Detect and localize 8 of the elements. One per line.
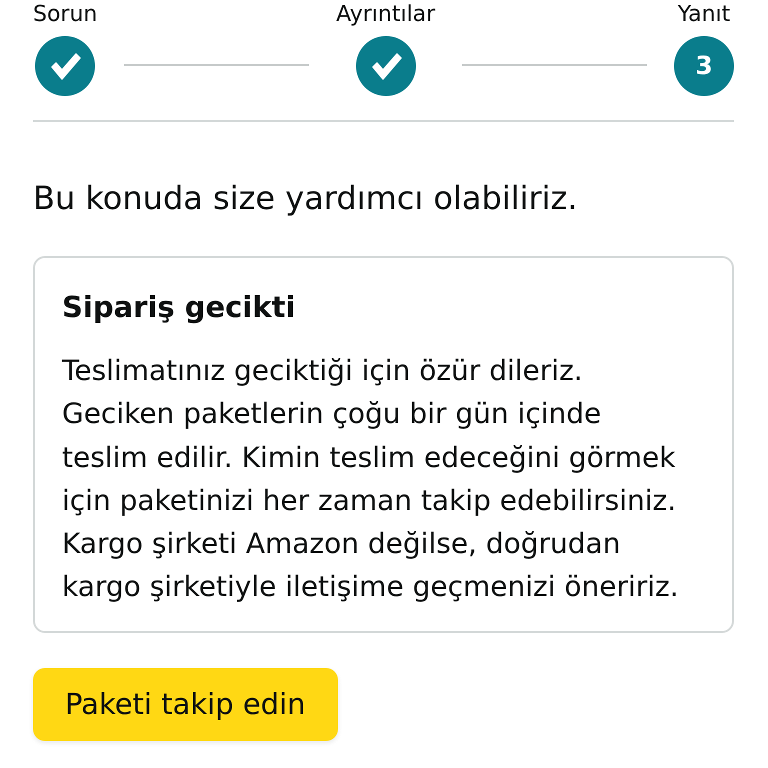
card-title: Sipariş gecikti: [62, 289, 296, 326]
step-number: 3: [674, 36, 734, 96]
step-label: Yanıt: [678, 2, 730, 28]
step-label: Ayrıntılar: [336, 2, 436, 28]
step-label: Sorun: [33, 2, 98, 28]
section-heading: Bu konuda size yardımcı olabiliriz.: [33, 178, 578, 219]
card-text: Teslimatınız geciktiği için özür dileriz. Geciken paketlerin çoğu bir gün içinde teslim edilir. Kimin teslim edeceğini görmek için paketinizi her zaman takip edebilirsiniz. Kargo şirketi Amazon değilse, doğrudan kargo şirketiyle iletişime geçmenizi öneririz.: [62, 353, 680, 606]
track-package-button[interactable]: Paketi takip edin: [33, 668, 338, 741]
